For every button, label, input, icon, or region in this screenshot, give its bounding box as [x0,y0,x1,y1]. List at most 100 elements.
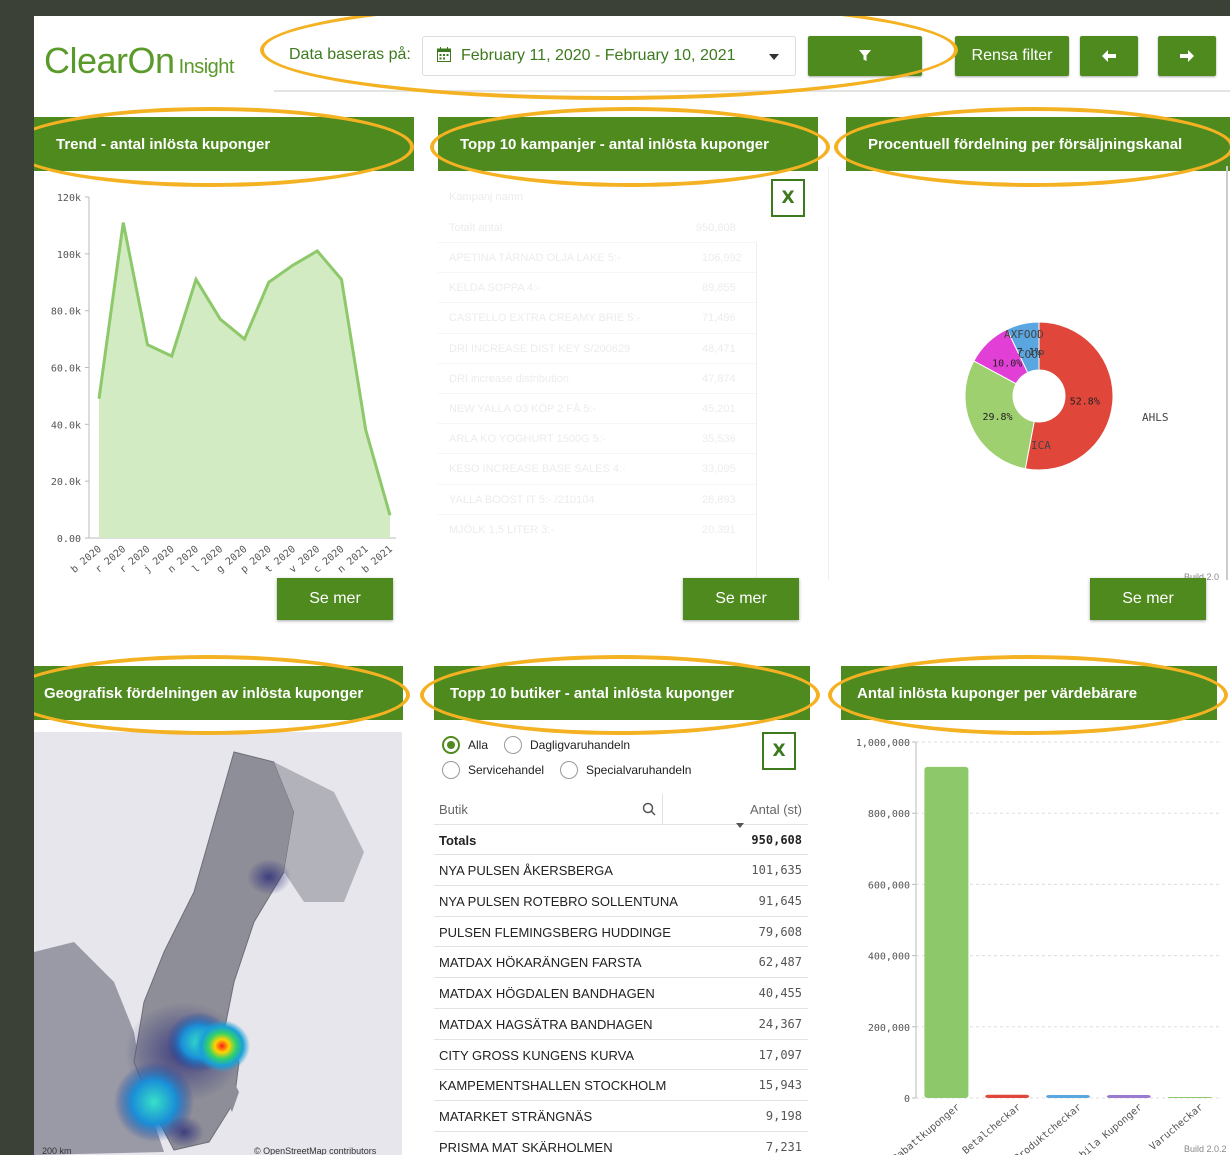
campaign-row-divider [438,242,756,243]
channels-see-more-button[interactable]: Se mer [1090,578,1206,620]
stores-table-header: Butik Antal (st) [434,794,808,828]
carriers-build-label: Build 2.0.2 [1184,1144,1227,1154]
bar [1046,1095,1090,1098]
campaign-value: 47,874 [702,372,736,385]
campaign-name: APETINA TÄRNAD OLJA LAKE 5:- [449,252,621,264]
bar [985,1094,1030,1098]
campaigns-scrollbar[interactable] [756,242,757,578]
trend-area-chart: 0.0020.0k40.0k60.0k80.0k100k120kb 2020r … [51,193,396,576]
heatmap-map[interactable]: 200 km © OpenStreetMap contributors [34,732,402,1155]
y-tick-label: 400,000 [868,952,910,963]
bar [1167,1097,1212,1098]
filter-button[interactable] [808,36,922,76]
store-count: 24,367 [758,1016,802,1031]
search-icon[interactable] [642,802,656,816]
carriers-bar-chart: 0 200,000 400,000 600,000 800,000 1,000,000 Ra… [856,738,1220,1155]
bar [924,766,969,1098]
table-row[interactable]: NYA PULSEN ÅKERSBERGA 101,635 [434,855,808,887]
store-name: MATDAX HÖKARÄNGEN FARSTA [439,955,642,971]
y-tick-label: 600,000 [868,880,910,891]
campaigns-col-header: Kampanj namn [449,191,523,203]
table-row[interactable]: CITY GROSS KUNGENS KURVA 17,097 [434,1040,808,1071]
store-count: 101,635 [751,863,802,878]
store-count: 91,645 [758,894,802,909]
campaign-value: 20,391 [702,523,736,536]
stores-table: Butik Antal (st) Totals 950,608 NYA PULS… [434,794,808,1155]
stores-totals-row: Totals 950,608 [434,825,808,856]
filter-radio-servicehandel[interactable] [442,761,460,779]
back-button[interactable] [1080,36,1138,76]
campaign-value: 89,855 [702,282,736,295]
filter-radio-dagligvaruhandeln[interactable] [504,736,522,754]
campaign-value: 26,893 [702,493,736,506]
y-tick-label: 60.0k [51,364,81,375]
y-tick-label: 80.0k [51,307,81,318]
table-row[interactable]: MATARKET STRÄNGNÄS 9,198 [434,1101,808,1132]
store-count: 40,455 [758,986,802,1001]
y-tick-label: 200,000 [868,1023,910,1034]
filter-label-servicehandel: Servicehandel [468,763,545,777]
campaign-value: 71,496 [702,312,736,325]
table-row[interactable]: MATDAX HÖKARÄNGEN FARSTA 62,487 [434,947,808,979]
arrow-right-icon [1180,50,1194,62]
table-row[interactable]: MATDAX HÖGDALEN BANDHAGEN 40,455 [434,978,808,1009]
campaign-name: KESO INCREASE BASE SALES 4:- [449,463,626,476]
clear-filter-button[interactable]: Rensa filter [955,36,1069,76]
totals-value: 950,608 [751,832,802,847]
y-tick-label: 0.00 [57,534,81,545]
trend-see-more-button[interactable]: Se mer [277,578,393,620]
arrow-left-icon [1102,50,1116,62]
campaigns-totals-label: Totalt antal [449,222,503,234]
table-row[interactable]: PRISMA MAT SKÄRHOLMEN 7,231 [434,1132,808,1155]
store-name: MATDAX HÖGDALEN BANDHAGEN [439,986,655,1002]
forward-button[interactable] [1158,36,1216,76]
filter-radio-specialvaruhandeln[interactable] [560,761,578,779]
map-scale: 200 km [42,1146,72,1155]
store-name: KAMPEMENTSHALLEN STOCKHOLM [439,1078,667,1094]
y-tick-label: 1,000,000 [856,738,910,749]
date-label: Data baseras på: [289,46,411,63]
table-row[interactable]: PULSEN FLEMINGSBERG HUDDINGE 79,608 [434,917,808,948]
date-range-select[interactable]: February 11, 2020 - February 10, 2021 [422,36,796,76]
filter-radio-alla[interactable] [442,736,460,754]
excel-export-icon[interactable]: X [771,179,805,217]
dashboard: ClearOn Insight Data baseras på: February… [34,16,1230,1155]
y-tick-label: 20.0k [51,477,81,488]
campaign-row-divider [438,332,756,334]
donut-label-ica: ICA [1031,439,1051,452]
channels-title: Procentuell fördelning per försäljningsk… [846,117,1230,171]
x-tick-label: Produktcheckar [1012,1102,1084,1155]
store-name: MATDAX HAGSÄTRA BANDHAGEN [439,1016,653,1032]
map-attribution[interactable]: © OpenStreetMap contributors [254,1146,376,1155]
table-row[interactable]: KAMPEMENTSHALLEN STOCKHOLM 15,943 [434,1070,808,1101]
logo-subtext: Insight [178,56,235,78]
campaign-name: NEW YALLA O3 KÖP 2 FÅ 5:- [449,403,597,415]
donut-pct-label: 52.8% [1070,396,1100,407]
store-count: 7,231 [765,1139,802,1154]
campaign-value: 48,471 [702,342,736,355]
x-tick-label: Rabattkuponger [891,1102,963,1155]
table-row[interactable]: NYA PULSEN ROTEBRO SOLLENTUNA 91,645 [434,886,808,917]
trend-area [99,222,390,538]
campaigns-see-more-button[interactable]: Se mer [683,578,799,620]
col-header-count[interactable]: Antal (st) [750,802,802,817]
store-name: CITY GROSS KUNGENS KURVA [439,1047,635,1063]
store-name: MATARKET STRÄNGNÄS [439,1108,593,1124]
excel-export-icon[interactable]: X [762,732,796,770]
campaign-row-divider [438,513,756,515]
donut-label-bergendahls: AHLS [1142,411,1169,424]
campaign-name: CASTELLO EXTRA CREAMY BRIE 5:- [449,312,641,325]
campaign-name: YALLA BOOST IT 5:- /210104 [449,493,595,506]
store-count: 15,943 [758,1078,802,1093]
campaign-row-divider [438,483,756,485]
col-header-store[interactable]: Butik [439,802,468,817]
campaign-name: MJÖLK 1,5 LITER 3:- [449,523,555,536]
channels-donut-chart: 52.8%29.8%10.0%7.1%AXFOODCOOPICAAHLS [964,321,1169,471]
donut-pct-label: 29.8% [982,412,1012,423]
filter-label-alla: Alla [468,738,489,752]
store-count: 17,097 [758,1047,802,1062]
y-tick-label: 100k [57,250,81,261]
header-divider [274,90,1230,92]
table-row[interactable]: MATDAX HAGSÄTRA BANDHAGEN 24,367 [434,1009,808,1040]
y-tick-label: 40.0k [51,420,81,431]
